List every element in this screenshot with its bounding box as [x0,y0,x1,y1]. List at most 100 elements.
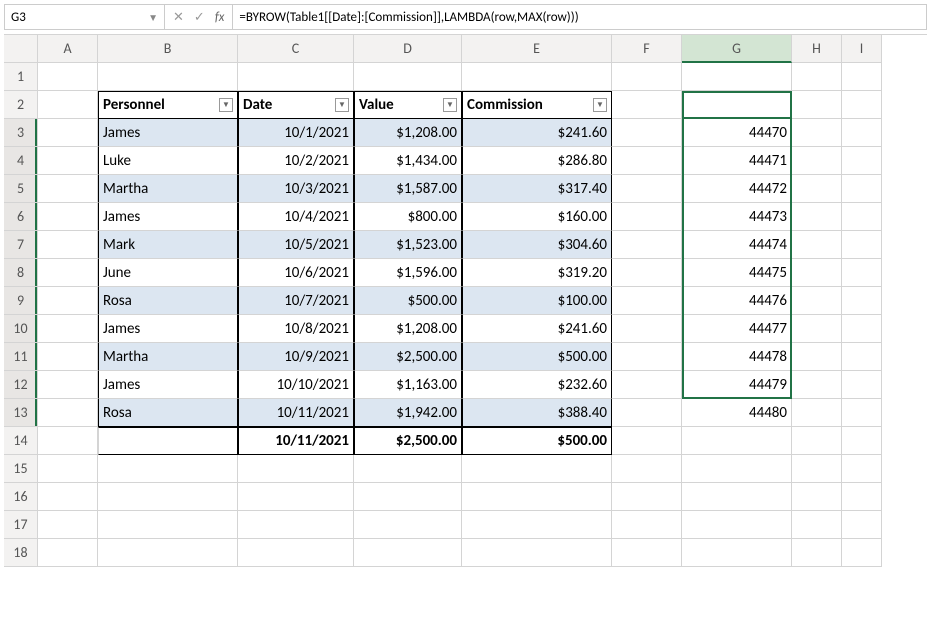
cell-B14[interactable] [98,427,238,455]
row-header-10[interactable]: 10 [4,315,38,343]
cell-E8[interactable]: $319.20 [462,259,612,287]
cell-H8[interactable] [792,259,842,287]
cell-blank[interactable] [354,483,462,511]
cell-A11[interactable] [38,343,98,371]
cell-D3[interactable]: $1,208.00 [354,119,462,147]
cell-blank[interactable] [682,483,792,511]
cell-G7[interactable]: 44474 [682,231,792,259]
table-header-d[interactable]: Value [354,91,462,119]
cell-B8[interactable]: June [98,259,238,287]
row-header-4[interactable]: 4 [4,147,38,175]
cell-blank[interactable] [612,511,682,539]
cell-blank[interactable] [238,511,354,539]
cell-F7[interactable] [612,231,682,259]
cell-B6[interactable]: James [98,203,238,231]
cell-empty[interactable] [612,63,682,91]
cell-G4[interactable]: 44471 [682,147,792,175]
cell-D4[interactable]: $1,434.00 [354,147,462,175]
cell-blank[interactable] [462,539,612,567]
cell-A12[interactable] [38,371,98,399]
cell-G5[interactable]: 44472 [682,175,792,203]
row-header-11[interactable]: 11 [4,343,38,371]
cell-I5[interactable] [842,175,882,203]
col-header-A[interactable]: A [38,35,98,63]
cell-D10[interactable]: $1,208.00 [354,315,462,343]
col-header-B[interactable]: B [98,35,238,63]
cell-I10[interactable] [842,315,882,343]
cell-I11[interactable] [842,343,882,371]
cell-I4[interactable] [842,147,882,175]
cell-blank[interactable] [98,511,238,539]
select-all-corner[interactable] [4,35,38,63]
name-box[interactable]: G3 ▼ [5,5,165,29]
col-header-H[interactable]: H [792,35,842,63]
cell-blank[interactable] [612,455,682,483]
cell-D6[interactable]: $800.00 [354,203,462,231]
row-header-15[interactable]: 15 [4,455,38,483]
cell-D11[interactable]: $2,500.00 [354,343,462,371]
cell-F9[interactable] [612,287,682,315]
cell-A13[interactable] [38,399,98,427]
cell-E5[interactable]: $317.40 [462,175,612,203]
row-header-6[interactable]: 6 [4,203,38,231]
cell-I6[interactable] [842,203,882,231]
cell-D5[interactable]: $1,587.00 [354,175,462,203]
cell-blank[interactable] [792,539,842,567]
spreadsheet-grid[interactable]: A B C D E F G H I 12PersonnelDateValueCo… [4,34,927,567]
filter-dropdown-icon[interactable] [593,98,607,112]
cell-H3[interactable] [792,119,842,147]
cell-F13[interactable] [612,399,682,427]
col-header-I[interactable]: I [842,35,882,63]
cell-C3[interactable]: 10/1/2021 [238,119,354,147]
row-header-1[interactable]: 1 [4,63,38,91]
row-header-16[interactable]: 16 [4,483,38,511]
cell-F14[interactable] [612,427,682,455]
cell-blank[interactable] [354,511,462,539]
cell-blank[interactable] [842,511,882,539]
cell-blank[interactable] [98,539,238,567]
cell-empty[interactable] [354,63,462,91]
cell-blank[interactable] [612,539,682,567]
cell-H9[interactable] [792,287,842,315]
cell-A5[interactable] [38,175,98,203]
cell-G12[interactable]: 44479 [682,371,792,399]
cell-F3[interactable] [612,119,682,147]
cell-blank[interactable] [462,483,612,511]
col-header-G[interactable]: G [682,35,792,63]
cell-blank[interactable] [354,539,462,567]
cell-E6[interactable]: $160.00 [462,203,612,231]
cell-D9[interactable]: $500.00 [354,287,462,315]
cell-C5[interactable]: 10/3/2021 [238,175,354,203]
cell-G13[interactable]: 44480 [682,399,792,427]
cell-blank[interactable] [842,455,882,483]
cell-blank[interactable] [682,455,792,483]
cell-empty[interactable] [238,63,354,91]
cell-G3[interactable]: 44470 [682,119,792,147]
cell-H14[interactable] [792,427,842,455]
cell-B4[interactable]: Luke [98,147,238,175]
row-header-14[interactable]: 14 [4,427,38,455]
cell-E4[interactable]: $286.80 [462,147,612,175]
cell-G10[interactable]: 44477 [682,315,792,343]
cell-F12[interactable] [612,371,682,399]
cell-G2[interactable] [682,91,792,119]
cell-B10[interactable]: James [98,315,238,343]
cell-F4[interactable] [612,147,682,175]
cell-D14[interactable]: $2,500.00 [354,427,462,455]
cell-blank[interactable] [792,511,842,539]
cell-H6[interactable] [792,203,842,231]
cell-A14[interactable] [38,427,98,455]
cell-E12[interactable]: $232.60 [462,371,612,399]
confirm-icon[interactable]: ✓ [194,10,205,25]
cell-D7[interactable]: $1,523.00 [354,231,462,259]
row-header-17[interactable]: 17 [4,511,38,539]
cell-empty[interactable] [98,63,238,91]
cell-A6[interactable] [38,203,98,231]
formula-input[interactable]: =BYROW(Table1[[Date]:[Commission]],LAMBD… [232,5,926,29]
cell-C4[interactable]: 10/2/2021 [238,147,354,175]
cell-C10[interactable]: 10/8/2021 [238,315,354,343]
cell-F11[interactable] [612,343,682,371]
cell-B3[interactable]: James [98,119,238,147]
col-header-E[interactable]: E [462,35,612,63]
cell-E11[interactable]: $500.00 [462,343,612,371]
